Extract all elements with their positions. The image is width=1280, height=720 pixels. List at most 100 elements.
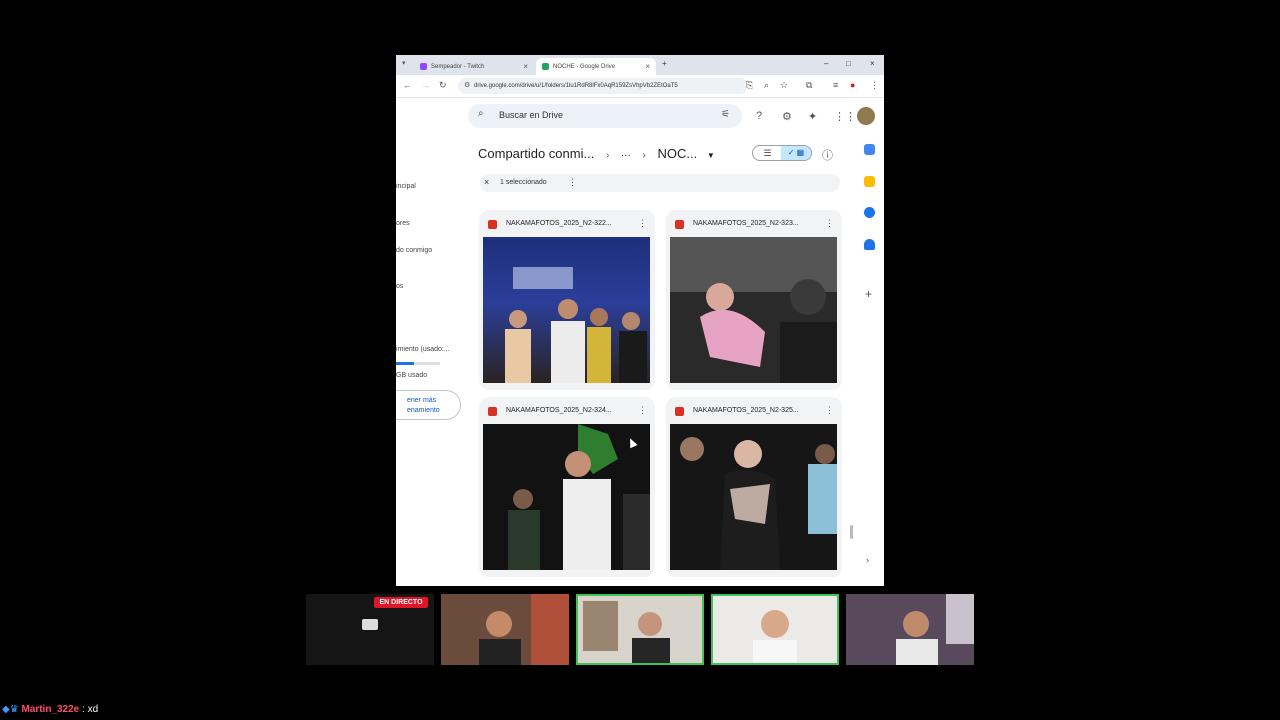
breadcrumb-parent[interactable]: Compartido conmi...	[478, 146, 594, 161]
more-icon[interactable]: ⋮	[638, 218, 647, 229]
tab-label: Sempeador - Twitch	[431, 63, 485, 70]
sidebar-item-storage[interactable]: imiento (usado:...	[396, 346, 450, 353]
keep-icon[interactable]	[864, 176, 875, 187]
reload-icon[interactable]: ↻	[439, 80, 447, 91]
chevron-right-icon[interactable]: ›	[866, 555, 869, 565]
apps-grid-icon[interactable]: ⋮⋮	[834, 110, 856, 123]
zoom-icon[interactable]: ⌕	[764, 80, 769, 91]
tab-label: NOCHE - Google Drive	[553, 63, 616, 70]
chat-message: ◆♛ Martin_322e : xd	[2, 704, 98, 715]
add-icon[interactable]: +	[865, 287, 872, 301]
calendar-icon[interactable]	[864, 144, 875, 155]
button-line: ener más	[407, 397, 437, 404]
sidebar-item-home[interactable]: incipal	[396, 183, 416, 190]
twitch-icon	[420, 63, 427, 70]
thumbnail	[670, 424, 837, 570]
tab-bar: ▾ Sempeador - Twitch × NOCHE - Google Dr…	[396, 55, 884, 75]
chevron-down-icon[interactable]: ▼	[707, 151, 715, 160]
sidebar-item-computers[interactable]: ores	[396, 220, 410, 227]
get-more-storage-button[interactable]: ener más enamiento	[396, 390, 461, 420]
tab-search-chevron-icon[interactable]: ▾	[402, 59, 406, 67]
tab-drive[interactable]: NOCHE - Google Drive ×	[536, 58, 656, 75]
camera-off-icon	[362, 619, 378, 630]
filter-icon[interactable]: ⚟	[721, 109, 730, 120]
view-toggle: ☰ ✓ ▦	[752, 145, 812, 161]
more-actions-icon[interactable]: ⋮	[568, 177, 577, 188]
tab-twitch[interactable]: Sempeador - Twitch ×	[414, 58, 534, 75]
drive-search[interactable]: ⌕ Buscar en Drive ⚟	[468, 104, 742, 128]
webcam-feed	[846, 594, 974, 665]
url-text: drive.google.com/drive/u/1/folders/1lu1R…	[474, 83, 678, 89]
gear-icon[interactable]: ⚙	[782, 110, 792, 123]
thumbnail	[483, 424, 650, 570]
avatar[interactable]	[857, 107, 875, 125]
chevron-right-icon: ›	[605, 150, 610, 161]
storage-meter	[396, 362, 440, 365]
menu-icon[interactable]: ⋮	[870, 80, 879, 91]
address-bar: ← → ↻ drive.google.com/drive/u/1/folders…	[396, 75, 884, 98]
more-icon[interactable]: ⋮	[825, 405, 834, 416]
breadcrumb-more[interactable]: ···	[621, 150, 631, 161]
file-card[interactable]: NAKAMAFOTOS_2025_N2-325... ⋮	[666, 397, 842, 577]
file-card[interactable]: NAKAMAFOTOS_2025_N2-324... ⋮	[479, 397, 655, 577]
drive-icon	[542, 63, 549, 70]
forward-icon[interactable]: →	[421, 80, 430, 90]
close-icon[interactable]: ×	[523, 62, 528, 71]
scrollbar[interactable]	[850, 525, 853, 539]
webcam-tile-3	[576, 594, 704, 665]
new-tab-icon[interactable]: +	[662, 59, 667, 68]
webcam-tile-2	[441, 594, 569, 665]
storage-usage: GB usado	[396, 372, 428, 379]
media-icon[interactable]: ≡	[833, 80, 838, 90]
file-name: NAKAMAFOTOS_2025_N2-324...	[506, 407, 612, 414]
gemini-icon[interactable]: ✦	[808, 110, 817, 123]
tasks-icon[interactable]	[864, 207, 875, 218]
selection-bar: × 1 seleccionado ⋮	[480, 174, 840, 192]
search-input[interactable]: Buscar en Drive	[499, 110, 563, 120]
back-icon[interactable]: ←	[403, 80, 412, 90]
file-name: NAKAMAFOTOS_2025_N2-325...	[693, 407, 799, 414]
minimize-icon[interactable]: –	[824, 59, 828, 68]
browser-window: ▾ Sempeador - Twitch × NOCHE - Google Dr…	[396, 55, 884, 586]
thumbnail	[670, 237, 837, 383]
file-card[interactable]: NAKAMAFOTOS_2025_N2-322... ⋮	[479, 210, 655, 390]
list-view-icon[interactable]: ☰	[753, 146, 782, 160]
live-badge: EN DIRECTO	[374, 597, 428, 608]
close-icon[interactable]: ×	[645, 62, 650, 71]
sidebar-item-shared[interactable]: do conmigo	[396, 247, 432, 254]
close-window-icon[interactable]: ×	[870, 59, 875, 68]
webcam-feed	[441, 594, 569, 665]
image-file-icon	[488, 220, 497, 229]
grid-view-icon[interactable]: ✓ ▦	[781, 146, 811, 160]
image-file-icon	[488, 407, 497, 416]
search-icon: ⌕	[478, 108, 484, 119]
webcam-tile-5	[846, 594, 974, 665]
badge-icons: ◆♛	[2, 704, 19, 715]
webcam-tile-4	[711, 594, 839, 665]
clear-selection-icon[interactable]: ×	[484, 177, 489, 187]
help-icon[interactable]: ?	[756, 110, 762, 122]
bookmark-star-icon[interactable]: ☆	[780, 80, 788, 91]
breadcrumb: Compartido conmi... › ··· › NOC... ▼	[478, 146, 715, 161]
button-line: enamiento	[407, 407, 440, 414]
info-icon[interactable]: ⓘ	[822, 147, 833, 163]
profile-icon[interactable]: ●	[850, 80, 855, 90]
chat-username: Martin_322e	[21, 704, 80, 715]
contacts-icon[interactable]	[864, 239, 875, 250]
more-icon[interactable]: ⋮	[825, 218, 834, 229]
maximize-icon[interactable]: □	[846, 59, 851, 68]
webcam-feed	[578, 596, 702, 663]
file-name: NAKAMAFOTOS_2025_N2-323...	[693, 220, 799, 227]
breadcrumb-current[interactable]: NOC...	[658, 146, 698, 161]
sidebar-item-trash[interactable]: os	[396, 283, 403, 290]
file-card[interactable]: NAKAMAFOTOS_2025_N2-323... ⋮	[666, 210, 842, 390]
image-file-icon	[675, 220, 684, 229]
chat-text: : xd	[82, 704, 99, 715]
url-field[interactable]: drive.google.com/drive/u/1/folders/1lu1R…	[458, 78, 748, 94]
site-info-icon[interactable]: ⚙	[464, 81, 470, 89]
extensions-icon[interactable]: ⧉	[806, 80, 812, 91]
install-icon[interactable]: ⎘	[746, 80, 753, 91]
chevron-right-icon: ›	[642, 150, 646, 161]
more-icon[interactable]: ⋮	[638, 405, 647, 416]
file-name: NAKAMAFOTOS_2025_N2-322...	[506, 220, 612, 227]
